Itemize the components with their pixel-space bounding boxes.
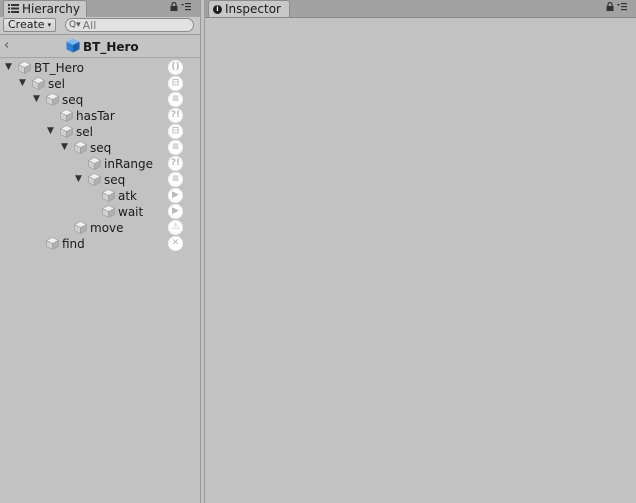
menu-icon[interactable] (181, 2, 191, 14)
tree-node[interactable]: ▼ sel ⊟ (0, 76, 200, 92)
cube-icon (87, 173, 102, 186)
dropdown-arrow-icon: ▾ (47, 21, 52, 29)
tree-node-label: wait (118, 205, 144, 219)
sequence-badge-icon: ≡ (168, 140, 183, 155)
expand-arrow-icon[interactable]: ▼ (33, 94, 40, 104)
inspector-content (205, 18, 636, 503)
tree-node-label: seq (90, 141, 112, 155)
chevron-left-icon[interactable]: ‹ (4, 38, 9, 53)
action-badge-icon: ▶ (168, 188, 183, 203)
search-input[interactable] (80, 19, 183, 31)
tab-hierarchy-label: Hierarchy (22, 2, 81, 16)
tree-node[interactable]: hasTar ?! (0, 108, 200, 124)
tree-node-label: hasTar (76, 109, 115, 123)
selector-badge-icon: ⊟ (168, 76, 183, 91)
cube-icon (59, 109, 74, 122)
cube-icon (66, 38, 80, 56)
tree-node-label: find (62, 237, 85, 251)
hierarchy-panel: Hierarchy Create ▾ Q▾ ‹ BT_Hero (0, 0, 201, 503)
selector-badge-icon: ⊟ (168, 124, 183, 139)
lock-icon[interactable] (170, 1, 178, 14)
tree-header: ‹ BT_Hero (0, 35, 200, 58)
tab-inspector-label: Inspector (225, 2, 281, 16)
cube-icon (17, 61, 32, 74)
sequence-badge-icon: ≡ (168, 172, 183, 187)
tree-node[interactable]: ▼ seq ≡ (0, 140, 200, 156)
cube-icon (101, 205, 116, 218)
action-badge-icon: ▶ (168, 204, 183, 219)
expand-arrow-icon[interactable]: ▼ (19, 78, 26, 88)
expand-arrow-icon[interactable]: ▼ (5, 62, 12, 72)
tree-node[interactable]: find ✕ (0, 236, 200, 252)
condition-badge-icon: ?! (168, 108, 183, 123)
condition-badge-icon: ?! (168, 156, 183, 171)
expand-arrow-icon[interactable]: ▼ (75, 174, 82, 184)
tree-node[interactable]: move ⚠ (0, 220, 200, 236)
tree-node-label: move (90, 221, 124, 235)
cube-icon (73, 221, 88, 234)
tree-node[interactable]: ▼ BT_Hero () (0, 60, 200, 76)
failure-badge-icon: ✕ (168, 236, 183, 251)
inspector-tab-strip: i Inspector (205, 0, 636, 18)
tree-node[interactable]: inRange ?! (0, 156, 200, 172)
expand-arrow-icon[interactable]: ▼ (47, 126, 54, 136)
cube-icon (45, 237, 60, 250)
tab-inspector[interactable]: i Inspector (208, 0, 290, 17)
expand-arrow-icon[interactable]: ▼ (61, 142, 68, 152)
tree-node-label: atk (118, 189, 138, 203)
tree-node-label: BT_Hero (34, 61, 84, 75)
cube-icon (101, 189, 116, 202)
warning-badge-icon: ⚠ (168, 220, 183, 235)
sequence-badge-icon: ≡ (168, 92, 183, 107)
cube-icon (59, 125, 74, 138)
inspector-panel: i Inspector (204, 0, 636, 503)
search-icon: Q▾ (69, 20, 81, 30)
list-icon (8, 3, 19, 16)
tree-node-label: inRange (104, 157, 153, 171)
create-button-label: Create (8, 18, 45, 31)
root-badge-icon: () (168, 60, 183, 75)
tree-node[interactable]: ▼ sel ⊟ (0, 124, 200, 140)
tree-node[interactable]: ▼ seq ≡ (0, 172, 200, 188)
hierarchy-tab-strip: Hierarchy (0, 0, 200, 18)
tree-node[interactable]: atk ▶ (0, 188, 200, 204)
create-button[interactable]: Create ▾ (3, 18, 57, 32)
info-icon: i (213, 4, 222, 14)
menu-icon[interactable] (617, 2, 627, 14)
tree-node-label: seq (62, 93, 84, 107)
tree-node-label: sel (48, 77, 65, 91)
search-field[interactable]: Q▾ (65, 18, 194, 32)
tree-title-label: BT_Hero (83, 40, 139, 54)
tree-node[interactable]: wait ▶ (0, 204, 200, 220)
lock-icon[interactable] (606, 1, 614, 14)
cube-icon (87, 157, 102, 170)
cube-icon (31, 77, 46, 90)
cube-icon (45, 93, 60, 106)
tree-title: BT_Hero (66, 38, 139, 56)
tree-node[interactable]: ▼ seq ≡ (0, 92, 200, 108)
hierarchy-toolbar: Create ▾ Q▾ (0, 17, 200, 35)
cube-icon (73, 141, 88, 154)
tree-node-label: sel (76, 125, 93, 139)
tab-hierarchy[interactable]: Hierarchy (3, 0, 88, 17)
tree-node-label: seq (104, 173, 126, 187)
